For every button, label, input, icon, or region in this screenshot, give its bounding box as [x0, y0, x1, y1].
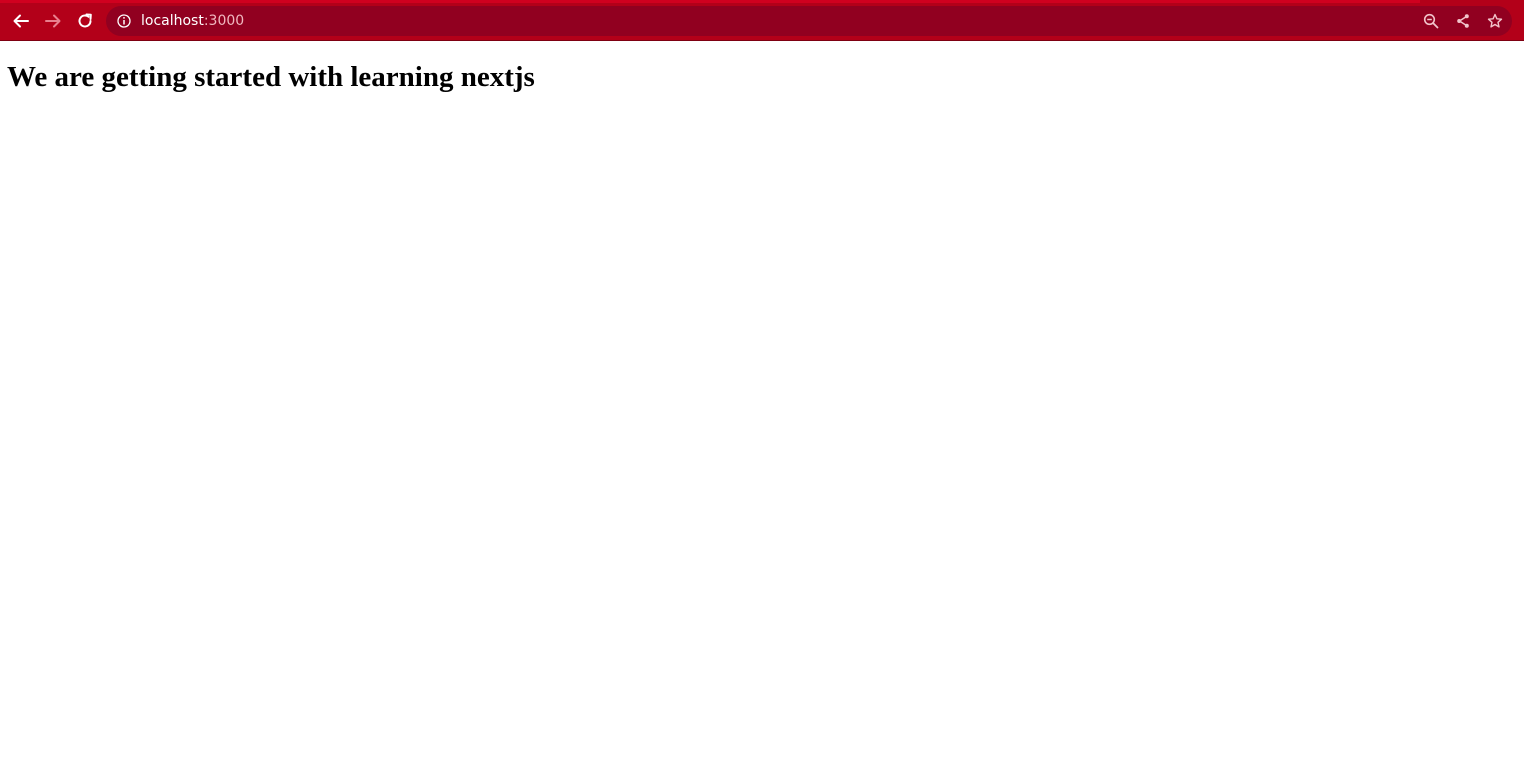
page-heading: We are getting started with learning nex…: [7, 61, 535, 93]
reload-icon: [78, 13, 92, 28]
forward-arrow-icon: [45, 14, 61, 28]
toolbar-top-strip: [0, 0, 1420, 3]
browser-toolbar: localhost:3000: [0, 0, 1524, 41]
url-text[interactable]: localhost:3000: [141, 6, 244, 36]
reload-button[interactable]: [72, 8, 98, 34]
page-content: We are getting started with learning nex…: [0, 41, 1524, 784]
url-host: localhost: [141, 13, 204, 29]
address-bar[interactable]: localhost:3000: [106, 6, 1512, 36]
share-icon: [1457, 14, 1469, 28]
back-button[interactable]: [8, 8, 34, 34]
info-icon: [117, 14, 131, 28]
zoom-button[interactable]: [1422, 12, 1440, 30]
zoom-out-icon: [1423, 13, 1439, 29]
bookmark-button[interactable]: [1486, 12, 1504, 30]
share-button[interactable]: [1454, 12, 1472, 30]
url-port: :3000: [203, 13, 245, 29]
site-info-button[interactable]: [116, 13, 132, 29]
forward-button[interactable]: [40, 8, 66, 34]
back-arrow-icon: [13, 14, 29, 28]
star-icon: [1487, 13, 1503, 28]
